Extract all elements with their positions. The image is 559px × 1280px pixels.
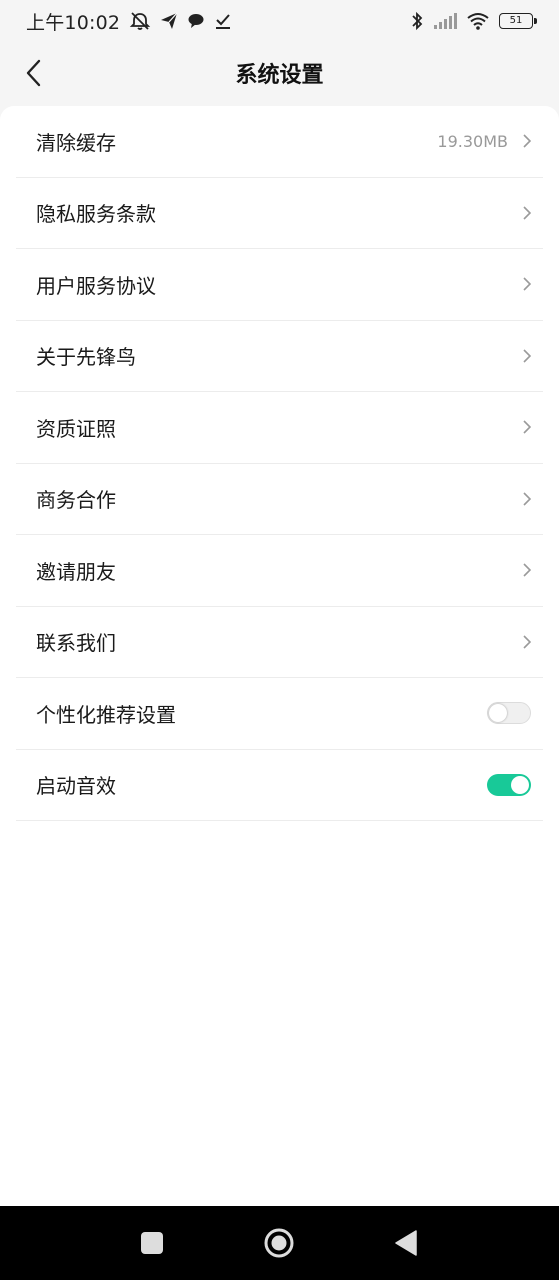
settings-item-label: 联系我们 [36, 631, 116, 656]
chevron-left-icon [26, 59, 41, 87]
status-right: 51 [410, 11, 537, 31]
settings-item-label: 关于先锋鸟 [36, 345, 136, 370]
chevron-right-icon [522, 420, 531, 434]
chevron-right-icon [522, 635, 531, 649]
chat-bubble-icon [187, 12, 205, 30]
alarm-off-icon [129, 11, 151, 31]
settings-item-startup-sound: 启动音效 [16, 750, 543, 821]
back-button[interactable] [14, 54, 52, 92]
signal-icon [433, 13, 457, 29]
settings-item-label: 个性化推荐设置 [36, 702, 176, 727]
recents-button[interactable] [137, 1228, 167, 1258]
settings-item-about[interactable]: 关于先锋鸟 [16, 321, 543, 392]
settings-item-personalized-recommendation: 个性化推荐设置 [16, 678, 543, 750]
page-title: 系统设置 [235, 63, 324, 88]
startup-sound-toggle[interactable] [487, 773, 531, 796]
settings-item-label: 邀请朋友 [36, 559, 116, 584]
settings-item-privacy-terms[interactable]: 隐私服务条款 [16, 178, 543, 249]
settings-item-label: 用户服务协议 [36, 273, 156, 298]
back-nav-button[interactable] [391, 1228, 421, 1258]
download-done-icon [214, 12, 232, 30]
settings-item-contact[interactable]: 联系我们 [16, 607, 543, 678]
battery-icon: 51 [499, 13, 537, 29]
toggle-knob [489, 703, 507, 722]
header: 系统设置 [0, 42, 559, 104]
chevron-right-icon [522, 134, 531, 148]
wifi-icon [466, 12, 490, 30]
battery-level: 51 [509, 15, 523, 26]
status-time: 上午10:02 [26, 11, 121, 34]
row-right: 19.30MB [437, 132, 531, 151]
system-nav-bar [0, 1206, 559, 1280]
settings-list: 清除缓存 19.30MB 隐私服务条款 用户服务协议 关于先锋鸟 资质证照 商务… [0, 106, 559, 821]
chevron-right-icon [522, 349, 531, 363]
circle-icon [264, 1228, 294, 1258]
status-left: 上午10:02 [26, 8, 232, 35]
bluetooth-icon [410, 11, 424, 31]
chevron-right-icon [522, 277, 531, 291]
chevron-right-icon [522, 492, 531, 506]
triangle-back-icon [395, 1230, 417, 1256]
settings-item-business[interactable]: 商务合作 [16, 464, 543, 535]
chevron-right-icon [522, 206, 531, 220]
square-icon [141, 1232, 163, 1254]
settings-item-clear-cache[interactable]: 清除缓存 19.30MB [16, 106, 543, 178]
send-icon [160, 12, 178, 30]
toggle-knob [511, 775, 529, 794]
settings-item-licenses[interactable]: 资质证照 [16, 392, 543, 464]
settings-item-invite[interactable]: 邀请朋友 [16, 535, 543, 607]
settings-card: 清除缓存 19.30MB 隐私服务条款 用户服务协议 关于先锋鸟 资质证照 商务… [0, 106, 559, 1206]
status-bar: 上午10:02 51 [0, 0, 559, 42]
settings-item-label: 商务合作 [36, 488, 116, 513]
settings-item-user-agreement[interactable]: 用户服务协议 [16, 249, 543, 321]
personalized-recommendation-toggle[interactable] [487, 702, 531, 725]
chevron-right-icon [522, 563, 531, 577]
home-button[interactable] [264, 1228, 294, 1258]
cache-size: 19.30MB [437, 131, 508, 151]
settings-item-label: 启动音效 [36, 774, 116, 799]
settings-item-label: 隐私服务条款 [36, 202, 156, 227]
settings-item-label: 清除缓存 [36, 130, 116, 155]
settings-item-label: 资质证照 [36, 416, 116, 441]
